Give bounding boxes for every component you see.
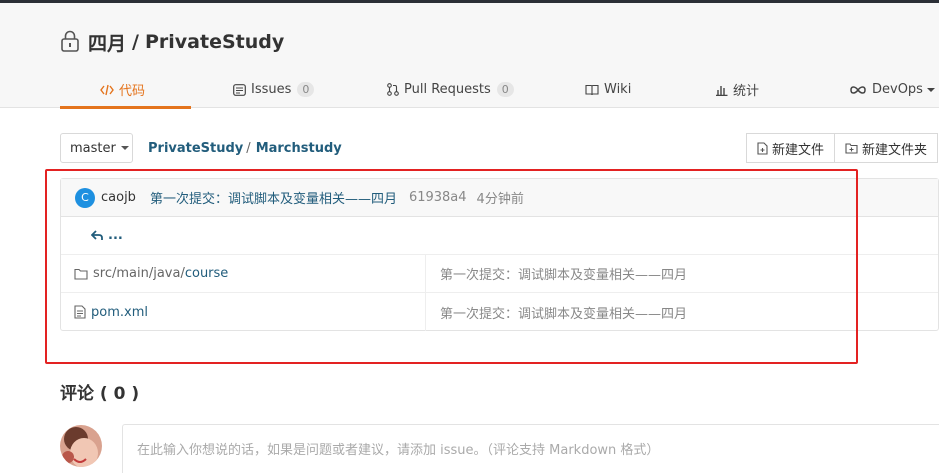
tab-wiki[interactable]: Wiki	[585, 71, 631, 108]
tab-pull-requests-label: Pull Requests	[404, 82, 491, 97]
repo-owner-link[interactable]: 四月	[88, 29, 126, 56]
repo-title: 四月 / PrivateStudy	[60, 29, 284, 55]
branch-select-value: master	[70, 140, 116, 156]
tab-pull-requests[interactable]: Pull Requests 0	[387, 71, 514, 108]
repo-header: 四月 / PrivateStudy 代码 Issues 0 Pull Reque…	[0, 3, 939, 109]
latest-commit: C caojb 第一次提交：调试脚本及变量相关——四月 61938a4 4分钟前	[61, 179, 938, 217]
tab-devops-label: DevOps	[872, 82, 923, 97]
folder-name-link[interactable]: course	[185, 266, 228, 281]
wiki-icon	[585, 84, 599, 96]
stats-icon	[715, 84, 728, 96]
commit-message-link[interactable]: 第一次提交：调试脚本及变量相关——四月	[150, 188, 397, 207]
commit-sha-link[interactable]: 61938a4	[409, 190, 467, 205]
file-commit-message[interactable]: 第一次提交：调试脚本及变量相关——四月	[440, 264, 687, 283]
commit-author-link[interactable]: caojb	[101, 190, 136, 205]
breadcrumb: PrivateStudy / Marchstudy	[148, 141, 342, 156]
issues-count-badge: 0	[297, 82, 315, 97]
tab-devops[interactable]: DevOps	[849, 71, 935, 108]
file-commit-message[interactable]: 第一次提交：调试脚本及变量相关——四月	[440, 303, 687, 322]
comment-input[interactable]: 在此输入你想说的话，如果是问题或者建议，请添加 issue。（评论支持 Mark…	[122, 424, 939, 473]
chevron-down-icon	[120, 146, 129, 150]
chevron-down-icon	[926, 87, 935, 92]
tab-issues-label: Issues	[251, 82, 292, 97]
tab-wiki-label: Wiki	[604, 82, 632, 97]
folder-icon	[74, 268, 88, 280]
tab-code[interactable]: 代码	[60, 71, 191, 109]
column-divider	[425, 255, 426, 331]
tab-stats[interactable]: 统计	[715, 71, 759, 108]
breadcrumb-root-link[interactable]: PrivateStudy	[148, 141, 243, 156]
devops-icon	[849, 85, 867, 95]
breadcrumb-current: Marchstudy	[255, 141, 342, 156]
comment-input-placeholder: 在此输入你想说的话，如果是问题或者建议，请添加 issue。（评论支持 Mark…	[137, 443, 660, 458]
folder-path-prefix: src/main/java/	[93, 266, 185, 281]
repo-name-link[interactable]: PrivateStudy	[145, 31, 284, 53]
code-icon	[100, 84, 114, 96]
table-row[interactable]: src/main/java/ course 第一次提交：调试脚本及变量相关——四…	[61, 255, 938, 293]
file-name[interactable]: src/main/java/ course	[74, 266, 228, 281]
tab-issues[interactable]: Issues 0	[233, 71, 315, 108]
back-arrow-icon	[91, 230, 103, 241]
file-name[interactable]: pom.xml	[74, 305, 148, 320]
new-file-button[interactable]: 新建文件	[746, 133, 836, 163]
file-icon	[74, 305, 86, 319]
tab-stats-label: 统计	[733, 84, 760, 99]
pull-requests-count-badge: 0	[496, 82, 514, 97]
table-row[interactable]: pom.xml 第一次提交：调试脚本及变量相关——四月	[61, 293, 938, 331]
commit-time: 4分钟前	[476, 192, 524, 207]
parent-directory-row[interactable]: ...	[61, 217, 938, 255]
new-folder-button[interactable]: 新建文件夹	[835, 133, 939, 163]
parent-directory-label: ...	[108, 228, 123, 243]
avatar	[60, 425, 102, 467]
repo-title-separator: /	[132, 31, 139, 53]
pull-request-icon	[387, 83, 399, 96]
parent-directory-link[interactable]: ...	[91, 228, 123, 243]
new-file-label: 新建文件	[772, 142, 825, 158]
tab-code-label: 代码	[119, 84, 146, 99]
breadcrumb-separator: /	[246, 141, 251, 156]
branch-select[interactable]: master	[60, 133, 133, 163]
repo-tabs: 代码 Issues 0 Pull Requests 0 Wiki 统计 DevO…	[60, 71, 939, 109]
avatar[interactable]: C	[75, 187, 95, 208]
comments-title: 评论 ( 0 )	[60, 384, 140, 404]
new-folder-icon	[845, 142, 858, 154]
new-file-icon	[757, 141, 768, 155]
new-folder-label: 新建文件夹	[862, 142, 928, 158]
file-actions: 新建文件 新建文件夹	[746, 133, 939, 163]
lock-icon	[60, 30, 82, 54]
file-list: C caojb 第一次提交：调试脚本及变量相关——四月 61938a4 4分钟前…	[60, 178, 939, 331]
file-name-link[interactable]: pom.xml	[91, 305, 148, 320]
issues-icon	[233, 83, 246, 96]
